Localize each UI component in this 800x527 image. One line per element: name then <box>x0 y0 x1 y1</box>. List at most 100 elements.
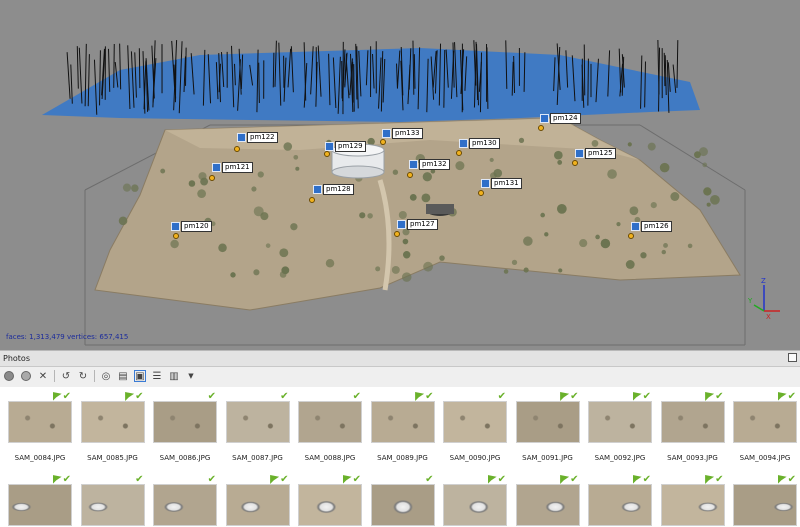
checkmark-icon: ✔ <box>135 474 144 485</box>
shrub <box>279 271 287 278</box>
dropdown-arrow-icon[interactable]: ▼ <box>185 370 197 382</box>
shrub <box>650 202 657 209</box>
photo-image[interactable]: ✔ <box>225 392 290 443</box>
photo-image[interactable]: ✔ <box>588 392 652 443</box>
photo-thumbnail[interactable]: ✔ <box>443 475 507 526</box>
list-view-icon[interactable]: ☰ <box>151 370 163 382</box>
photo-thumbnail[interactable]: ✔ <box>153 475 217 526</box>
shrub <box>706 202 711 207</box>
marker-point[interactable] <box>456 150 462 156</box>
photo-image[interactable]: ✔ <box>733 392 797 443</box>
marker-point[interactable] <box>209 175 215 181</box>
enable-icon[interactable] <box>3 370 15 382</box>
marker-point[interactable] <box>324 151 330 157</box>
checkmark-icon: ✔ <box>497 474 506 485</box>
marker-point[interactable] <box>394 231 400 237</box>
marker-point[interactable] <box>309 197 315 203</box>
photo-image[interactable]: ✔ <box>515 475 580 526</box>
photo-thumbnail[interactable]: ✔ SAM_0094.JPG <box>733 392 797 462</box>
photo-thumbnail[interactable]: ✔ <box>225 475 290 526</box>
photo-image[interactable]: ✔ <box>80 392 145 443</box>
photo-thumbnail[interactable]: ✔ <box>588 475 652 526</box>
photo-thumbnail[interactable]: ✔ SAM_0091.JPG <box>515 392 580 462</box>
disable-icon[interactable] <box>20 370 32 382</box>
checkmark-icon: ✔ <box>570 474 579 485</box>
photo-image[interactable]: ✔ <box>153 475 217 526</box>
marker-point[interactable] <box>173 233 179 239</box>
marker-pm120[interactable]: pm120 <box>171 221 212 232</box>
photo-image[interactable]: ✔ <box>733 475 797 526</box>
photo-image[interactable]: ✔ <box>225 475 290 526</box>
marker-point[interactable] <box>380 139 386 145</box>
photo-thumbnail[interactable]: ✔ SAM_0089.JPG <box>370 392 435 462</box>
marker-pm127[interactable]: pm127 <box>397 219 438 230</box>
photo-image[interactable]: ✔ <box>153 392 217 443</box>
photo-thumbnail[interactable]: ✔ <box>660 475 725 526</box>
photo-image[interactable]: ✔ <box>660 475 725 526</box>
marker-point[interactable] <box>478 190 484 196</box>
photo-thumbnail[interactable]: ✔ SAM_0093.JPG <box>660 392 725 462</box>
shrub <box>554 150 563 160</box>
photo-image[interactable]: ✔ <box>660 392 725 443</box>
photo-thumbnail[interactable]: ✔ <box>8 475 72 526</box>
flag-icon <box>382 129 391 138</box>
photo-thumbnail[interactable]: ✔ <box>733 475 797 526</box>
photo-image[interactable]: ✔ <box>8 392 72 443</box>
photo-thumbnail[interactable]: ✔ <box>515 475 580 526</box>
rotate-right-icon[interactable]: ↻ <box>77 370 89 382</box>
marker-pm130[interactable]: pm130 <box>459 138 500 149</box>
mesh-stats: faces: 1,313,479 vertices: 657,415 <box>6 333 129 341</box>
marker-point[interactable] <box>628 233 634 239</box>
flag-icon <box>632 475 642 484</box>
photo-image[interactable]: ✔ <box>443 475 507 526</box>
camera-direction-line <box>76 46 79 89</box>
marker-pm122[interactable]: pm122 <box>237 132 278 143</box>
marker-pm125[interactable]: pm125 <box>575 148 616 159</box>
photo-image[interactable]: ✔ <box>370 475 435 526</box>
photo-image[interactable]: ✔ <box>8 475 72 526</box>
marker-point[interactable] <box>538 125 544 131</box>
image-view-icon[interactable]: ▣ <box>134 370 146 382</box>
photo-image[interactable]: ✔ <box>80 475 145 526</box>
flag-icon <box>325 142 334 151</box>
photo-image[interactable]: ✔ <box>298 392 362 443</box>
photo-thumbnail[interactable]: ✔ SAM_0087.JPG <box>225 392 290 462</box>
photo-status-badges: ✔ <box>777 392 796 402</box>
columns-icon[interactable]: ▥ <box>168 370 180 382</box>
scene-canvas[interactable] <box>0 0 800 350</box>
photo-thumbnail[interactable]: ✔ SAM_0086.JPG <box>153 392 217 462</box>
photo-image[interactable]: ✔ <box>515 392 580 443</box>
photo-image[interactable]: ✔ <box>588 475 652 526</box>
marker-pm131[interactable]: pm131 <box>481 178 522 189</box>
photo-thumbnail[interactable]: ✔ SAM_0090.JPG <box>443 392 507 462</box>
model-viewport[interactable]: pm122 pm129 pm133 pm130 pm124 pm121 pm13… <box>0 0 800 350</box>
photo-image[interactable]: ✔ <box>370 392 435 443</box>
photo-thumbnail[interactable]: ✔ SAM_0085.JPG <box>80 392 145 462</box>
marker-point[interactable] <box>234 146 240 152</box>
photo-image[interactable]: ✔ <box>443 392 507 443</box>
axis-gizmo[interactable]: Z Y X <box>744 275 784 320</box>
rotate-left-icon[interactable]: ↺ <box>60 370 72 382</box>
marker-point[interactable] <box>572 160 578 166</box>
marker-pm124[interactable]: pm124 <box>540 113 581 124</box>
flag-icon <box>631 222 640 231</box>
remove-icon[interactable]: ✕ <box>37 370 49 382</box>
marker-pm128[interactable]: pm128 <box>313 184 354 195</box>
float-panel-icon[interactable] <box>788 353 797 362</box>
photo-thumbnail[interactable]: ✔ SAM_0084.JPG <box>8 392 72 462</box>
photo-thumbnail[interactable]: ✔ <box>370 475 435 526</box>
filter-icon[interactable]: ▤ <box>117 370 129 382</box>
flag-icon <box>270 475 280 484</box>
photo-image[interactable]: ✔ <box>298 475 362 526</box>
photo-thumbnail[interactable]: ✔ SAM_0088.JPG <box>298 392 362 462</box>
photo-thumbnail[interactable]: ✔ SAM_0092.JPG <box>588 392 652 462</box>
photo-thumbnail[interactable]: ✔ <box>80 475 145 526</box>
marker-pm126[interactable]: pm126 <box>631 221 672 232</box>
binoculars-icon[interactable]: ◎ <box>100 370 112 382</box>
marker-pm121[interactable]: pm121 <box>212 162 253 173</box>
marker-pm133[interactable]: pm133 <box>382 128 423 139</box>
marker-pm132[interactable]: pm132 <box>409 159 450 170</box>
marker-point[interactable] <box>407 172 413 178</box>
marker-pm129[interactable]: pm129 <box>325 141 366 152</box>
photo-thumbnail[interactable]: ✔ <box>298 475 362 526</box>
